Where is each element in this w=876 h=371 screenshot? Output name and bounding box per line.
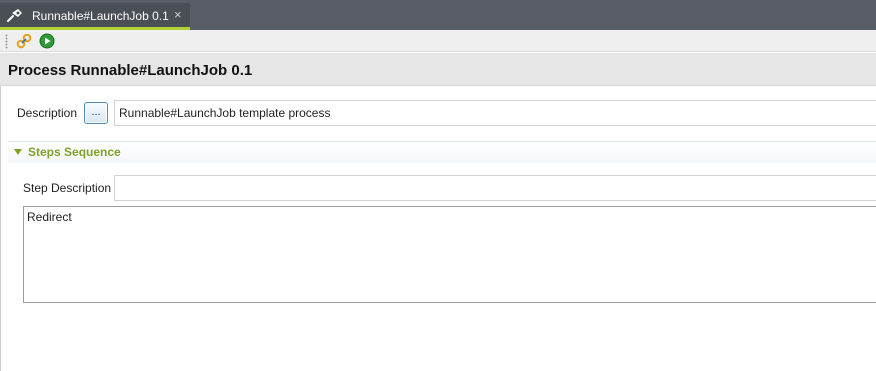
editor-tab[interactable]: Runnable#LaunchJob 0.1 × (0, 3, 190, 30)
tab-title: Runnable#LaunchJob 0.1 (32, 9, 169, 23)
expand-arrow-icon[interactable] (14, 149, 22, 155)
form-header: Process Runnable#LaunchJob 0.1 (0, 53, 876, 86)
editor-tab-bar: Runnable#LaunchJob 0.1 × (0, 0, 876, 30)
close-icon[interactable]: × (174, 8, 182, 22)
toolbar (0, 30, 876, 52)
description-label: Description (17, 106, 78, 120)
step-description-label: Step Description (23, 181, 112, 195)
page-title: Process Runnable#LaunchJob 0.1 (8, 62, 253, 79)
step-description-input[interactable] (114, 175, 876, 201)
description-browse-button[interactable]: ... (84, 102, 108, 124)
run-icon[interactable] (39, 33, 55, 49)
left-divider (0, 86, 1, 371)
process-icon (7, 9, 22, 22)
toolbar-grip[interactable] (5, 34, 8, 49)
description-input[interactable] (114, 100, 876, 126)
steps-sequence-section-header[interactable]: Steps Sequence (8, 141, 876, 163)
steps-text-area[interactable]: Redirect (23, 206, 876, 303)
refresh-links-icon[interactable] (16, 33, 32, 49)
section-title: Steps Sequence (28, 145, 121, 159)
